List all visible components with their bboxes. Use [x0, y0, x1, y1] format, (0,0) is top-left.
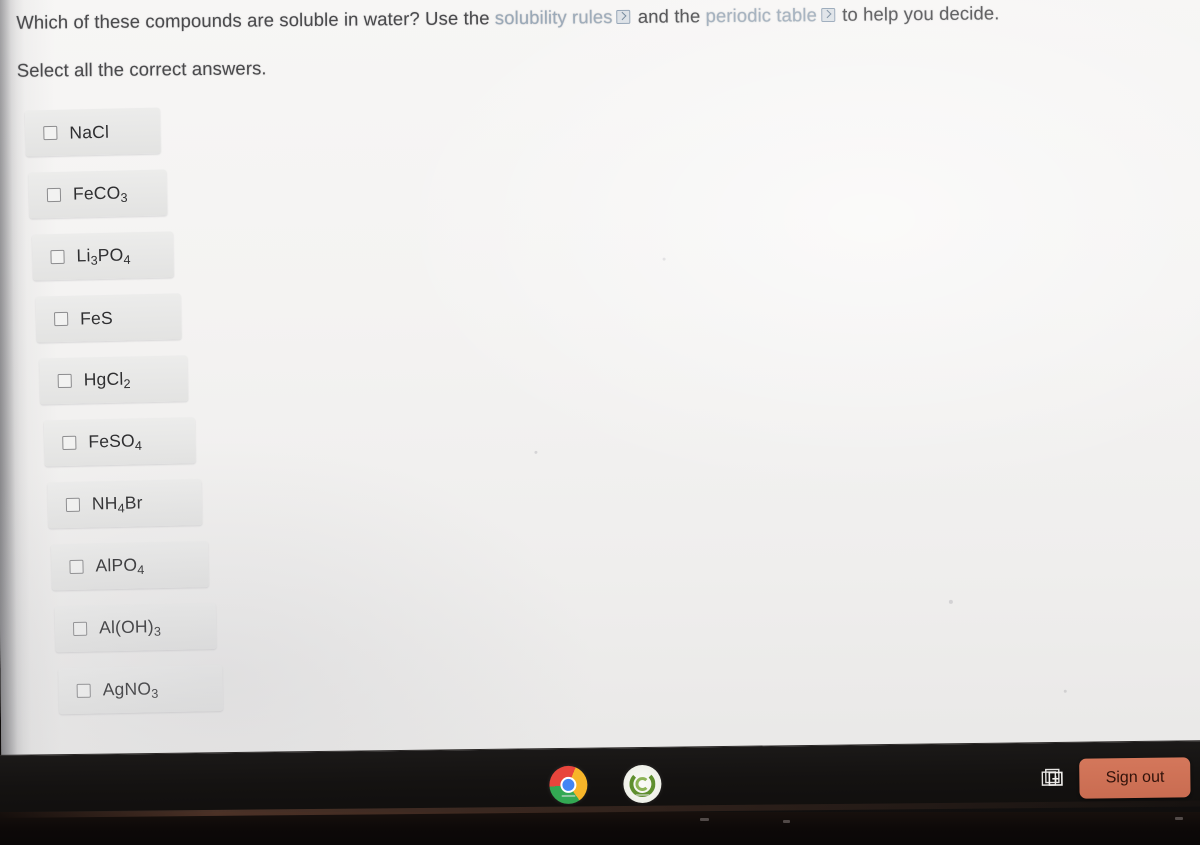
checkbox-li3po4[interactable]	[50, 249, 65, 265]
answer-options-list: NaCl FeCO3 Li3PO4 FeS HgCl2 FeSO4 NH4Br AlPO4 Al…	[0, 106, 401, 730]
app-running-indicator	[561, 794, 576, 798]
option-label-nh4br: NH4Br	[91, 492, 143, 516]
solubility-rules-link[interactable]: solubility rules	[495, 6, 613, 28]
option-label-aloh3: Al(OH)3	[98, 616, 162, 639]
checkbox-feco3[interactable]	[46, 187, 62, 203]
checkbox-feso4[interactable]	[61, 435, 76, 451]
instruction-text: Select all the correct answers.	[16, 57, 267, 81]
dust-speck	[662, 257, 666, 261]
option-label-agno3: AgNO3	[102, 678, 159, 701]
option-row-aloh3[interactable]: Al(OH)3	[54, 602, 216, 653]
checkbox-alpo4[interactable]	[69, 559, 84, 575]
app-running-indicator	[635, 793, 650, 797]
checkbox-aloh3[interactable]	[72, 621, 88, 636]
checkbox-agno3[interactable]	[76, 683, 91, 698]
option-row-alpo4[interactable]: AlPO4	[50, 541, 210, 591]
chrome-app-icon[interactable]	[549, 765, 588, 805]
dust-speck	[534, 450, 538, 454]
question-prefix: Which of these compounds are soluble in …	[16, 7, 495, 33]
option-row-feco3[interactable]: FeCO3	[28, 169, 168, 219]
option-label-li3po4: Li3PO4	[76, 244, 132, 268]
screen-capture-icon[interactable]	[1041, 768, 1066, 790]
option-row-li3po4[interactable]: Li3PO4	[32, 231, 175, 281]
bezel-speck	[783, 820, 790, 823]
checkbox-hgcl2[interactable]	[57, 373, 73, 389]
chromebook-screen-photo: Which of these compounds are soluble in …	[0, 0, 1200, 845]
option-row-nacl[interactable]: NaCl	[24, 107, 161, 157]
periodic-table-link[interactable]: periodic table	[705, 4, 817, 26]
checkbox-nh4br[interactable]	[65, 497, 80, 513]
bezel-speck	[700, 818, 709, 821]
sign-out-button[interactable]: Sign out	[1079, 757, 1191, 799]
option-label-feso4: FeSO4	[87, 430, 142, 453]
external-link-icon	[820, 7, 836, 23]
dust-speck	[948, 599, 953, 604]
option-label-nacl: NaCl	[69, 121, 110, 143]
green-circle-app-icon[interactable]	[623, 764, 662, 804]
external-link-icon	[616, 9, 631, 25]
quiz-page: Which of these compounds are soluble in …	[0, 0, 1200, 774]
question-middle: and the	[632, 5, 706, 27]
option-row-nh4br[interactable]: NH4Br	[47, 479, 203, 529]
option-label-fes: FeS	[80, 307, 114, 329]
dust-speck	[1063, 689, 1067, 693]
checkbox-fes[interactable]	[54, 311, 69, 327]
checkbox-nacl[interactable]	[43, 125, 58, 141]
option-label-alpo4: AlPO4	[94, 554, 145, 577]
question-suffix: to help you decide.	[836, 2, 1000, 25]
bezel-speck	[1175, 817, 1183, 820]
option-row-feso4[interactable]: FeSO4	[43, 417, 196, 467]
option-row-agno3[interactable]: AgNO3	[58, 664, 223, 715]
option-label-feco3: FeCO3	[72, 182, 128, 205]
laptop-bezel	[0, 800, 1200, 845]
question-text: Which of these compounds are soluble in …	[16, 2, 999, 33]
option-label-hgcl2: HgCl2	[83, 368, 132, 391]
option-row-fes[interactable]: FeS	[35, 293, 182, 343]
option-row-hgcl2[interactable]: HgCl2	[39, 355, 189, 405]
